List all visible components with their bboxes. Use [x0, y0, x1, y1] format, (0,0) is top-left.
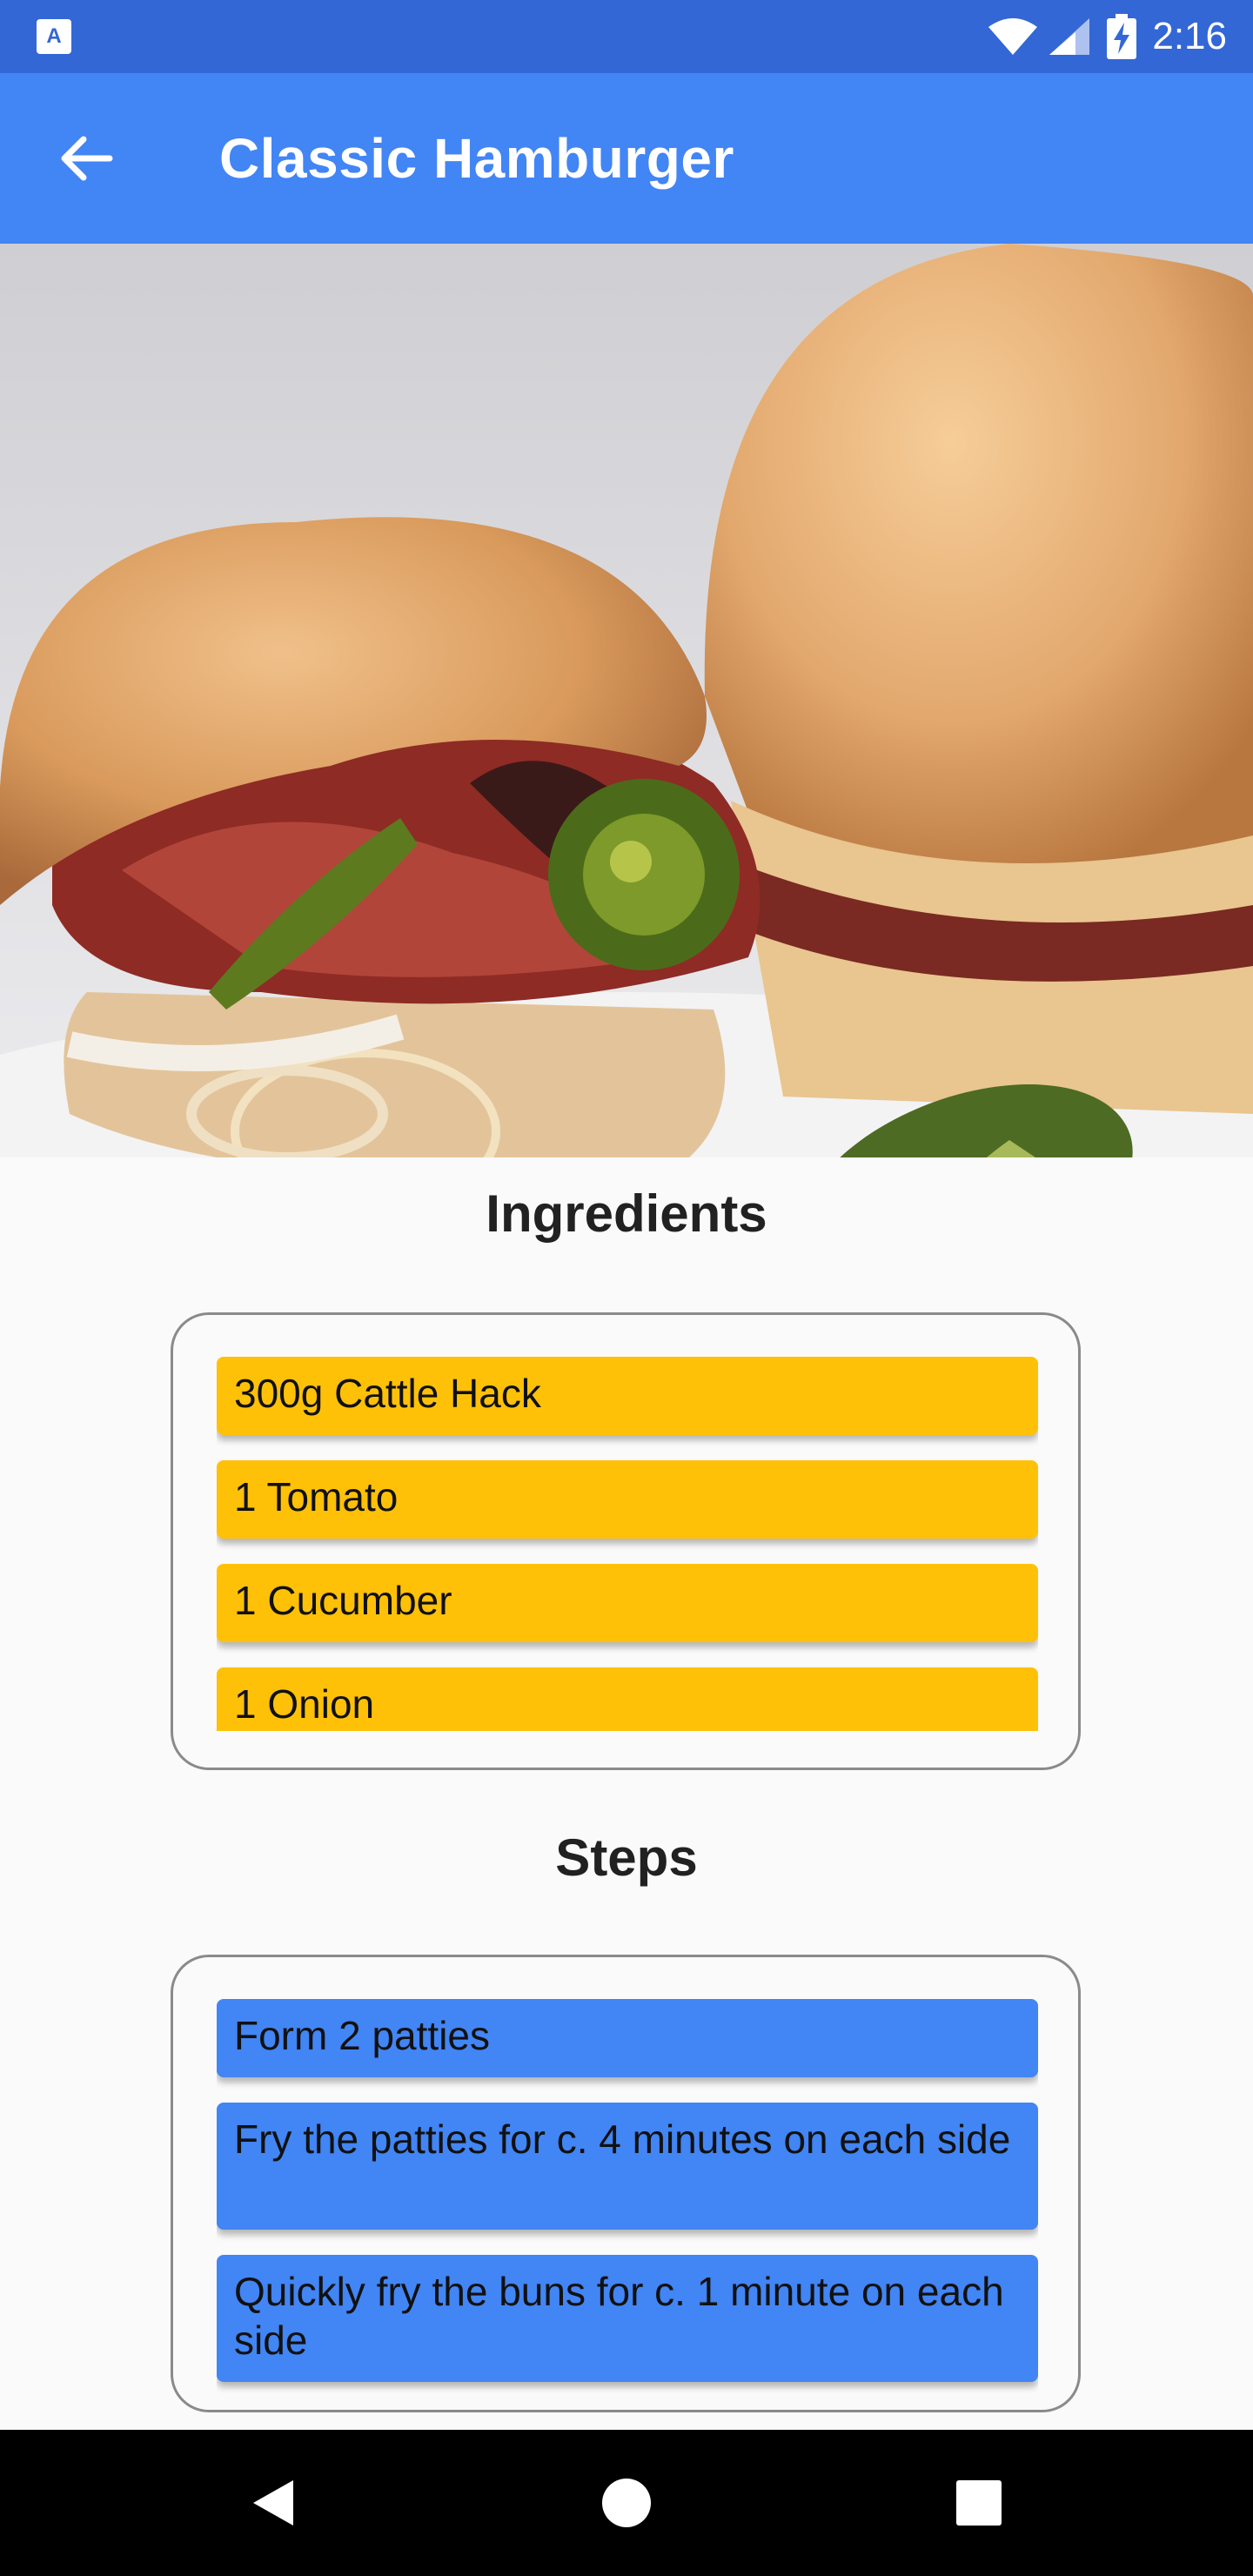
- cell-signal-icon: [1049, 18, 1090, 55]
- step-item[interactable]: Form 2 patties: [217, 1999, 1038, 2077]
- ingredient-item[interactable]: 1 Cucumber: [217, 1564, 1038, 1642]
- ingredient-item[interactable]: 300g Cattle Hack: [217, 1357, 1038, 1435]
- steps-title: Steps: [555, 1828, 698, 1887]
- status-time: 2:16: [1152, 15, 1227, 57]
- wifi-icon: [988, 18, 1038, 55]
- step-item[interactable]: Fry the patties for c. 4 minutes on each…: [217, 2103, 1038, 2230]
- system-nav-bar: [0, 2430, 1253, 2576]
- app-bar: Classic Hamburger: [0, 73, 1253, 244]
- arrow-back-icon[interactable]: [52, 124, 122, 193]
- ingredients-list[interactable]: 300g Cattle Hack 1 Tomato 1 Cucumber 1 O…: [217, 1357, 1038, 1731]
- back-triangle-icon[interactable]: [239, 2468, 309, 2538]
- status-bar: A 2:16: [0, 0, 1253, 73]
- ingredient-item[interactable]: 1 Tomato: [217, 1460, 1038, 1539]
- recents-square-icon[interactable]: [944, 2468, 1014, 2538]
- steps-card[interactable]: Form 2 patties Fry the patties for c. 4 …: [171, 1955, 1081, 2412]
- home-circle-icon[interactable]: [592, 2468, 661, 2538]
- app-notification-icon: A: [37, 19, 71, 54]
- ingredients-card[interactable]: 300g Cattle Hack 1 Tomato 1 Cucumber 1 O…: [171, 1312, 1081, 1770]
- ingredients-title: Ingredients: [486, 1184, 767, 1243]
- step-item[interactable]: Quickly fry the buns for c. 1 minute on …: [217, 2255, 1038, 2382]
- steps-list[interactable]: Form 2 patties Fry the patties for c. 4 …: [217, 1999, 1038, 2410]
- status-icons: 2:16: [987, 0, 1227, 73]
- page-title: Classic Hamburger: [219, 127, 734, 190]
- ingredient-item[interactable]: 1 Onion: [217, 1667, 1038, 1731]
- battery-charging-icon: [1107, 14, 1137, 59]
- burger-photo: [0, 244, 1253, 1157]
